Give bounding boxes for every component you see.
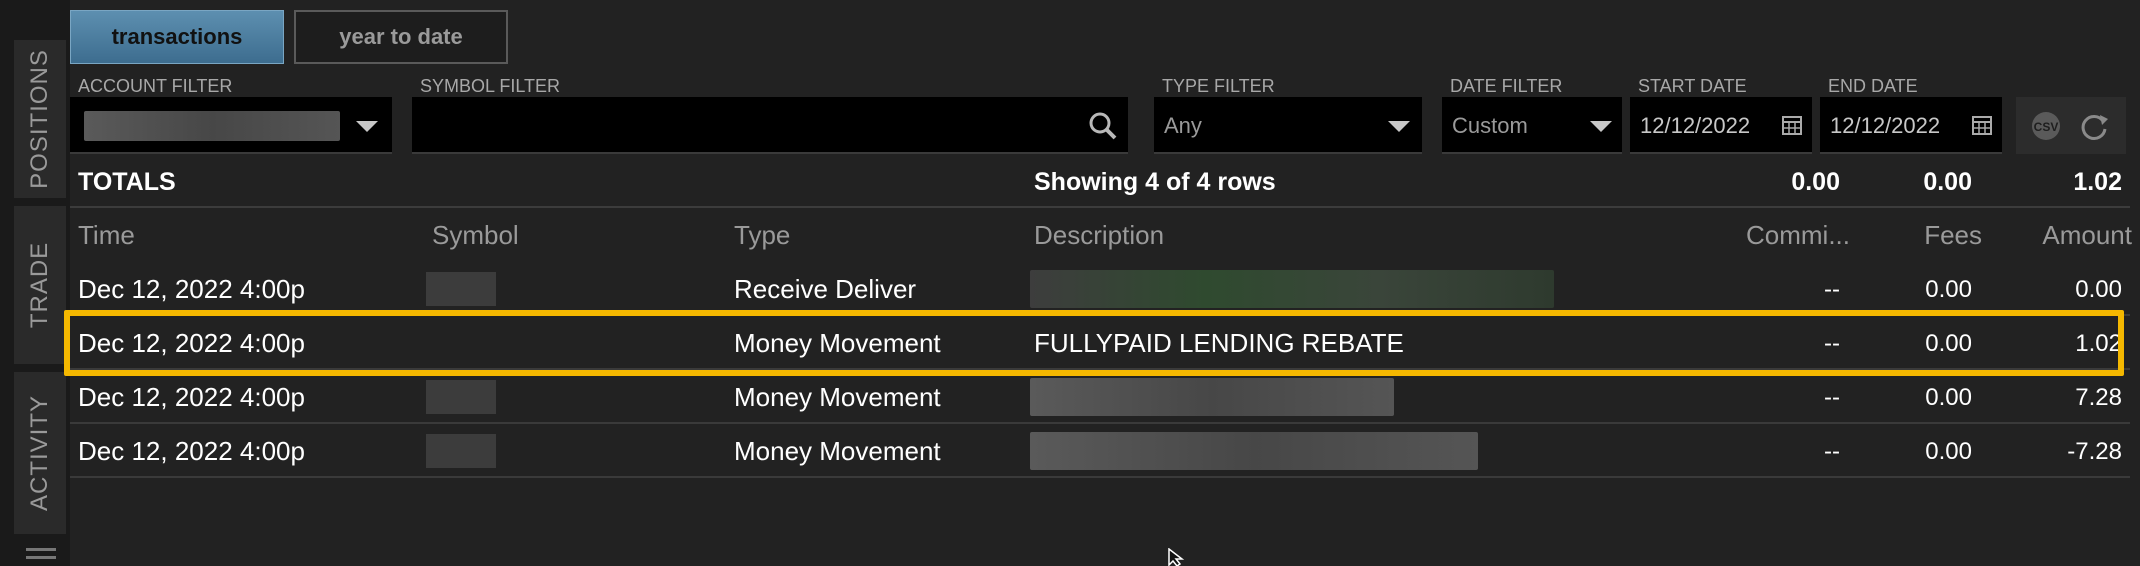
row-type: Receive Deliver <box>734 274 917 304</box>
totals-amount: 1.02 <box>2073 168 2122 196</box>
tab-activity[interactable]: ACTIVITY <box>14 372 66 534</box>
row-type: Money Movement <box>734 436 941 466</box>
activity-panel: transactions year to date ACCOUNT FILTER… <box>64 0 2140 566</box>
totals-fees: 0.00 <box>1923 168 1972 196</box>
column-fees[interactable]: Fees <box>1924 220 1982 251</box>
type-filter-select[interactable]: Any <box>1154 97 1422 154</box>
column-symbol[interactable]: Symbol <box>432 220 519 251</box>
row-time: Dec 12, 2022 4:00p <box>78 436 305 466</box>
start-date-label: START DATE <box>1638 76 1747 96</box>
tab-positions-label: POSITIONS <box>26 49 53 189</box>
end-date-input[interactable]: 12/12/2022 <box>1820 97 2002 154</box>
column-amount[interactable]: Amount <box>2042 220 2132 251</box>
column-time[interactable]: Time <box>78 220 135 251</box>
redacted-description <box>1030 378 1394 416</box>
row-fees: 0.00 <box>1925 276 1972 303</box>
refresh-icon[interactable] <box>2078 111 2110 141</box>
svg-text:CSV: CSV <box>2034 120 2059 134</box>
totals-commission: 0.00 <box>1791 168 1840 196</box>
totals-row: TOTALS Showing 4 of 4 rows 0.00 0.00 1.0… <box>70 158 2130 208</box>
chevron-down-icon <box>356 121 378 132</box>
menu-icon[interactable] <box>26 548 56 564</box>
row-highlight <box>64 310 2124 376</box>
chevron-down-icon <box>1388 121 1410 132</box>
date-filter-label: DATE FILTER <box>1450 76 1563 96</box>
column-type[interactable]: Type <box>734 220 790 251</box>
row-fees: 0.00 <box>1925 438 1972 465</box>
type-filter-value: Any <box>1164 113 1202 138</box>
table-row[interactable]: Dec 12, 2022 4:00p Money Movement -- 0.0… <box>70 370 2130 424</box>
end-date-value: 12/12/2022 <box>1830 113 1941 138</box>
row-fees: 0.00 <box>1925 384 1972 411</box>
start-date-value: 12/12/2022 <box>1640 113 1751 138</box>
type-filter-label: TYPE FILTER <box>1162 76 1275 96</box>
column-commission[interactable]: Commi... <box>1746 220 1850 251</box>
row-amount: 0.00 <box>2075 276 2122 303</box>
date-filter-value: Custom <box>1452 113 1528 138</box>
row-amount: -7.28 <box>2067 438 2122 465</box>
tab-trade[interactable]: TRADE <box>14 206 66 364</box>
account-filter-select[interactable] <box>70 97 392 154</box>
table-row[interactable]: Dec 12, 2022 4:00p Receive Deliver -- 0.… <box>70 262 2130 316</box>
redacted-symbol <box>426 434 496 468</box>
app-window: { "sidebar": { "tabs": [ {"label": "POSI… <box>0 0 2140 566</box>
tab-trade-label: TRADE <box>26 241 53 329</box>
redacted-description <box>1030 270 1554 308</box>
row-amount: 7.28 <box>2075 384 2122 411</box>
left-sidebar: POSITIONS TRADE ACTIVITY <box>0 0 70 566</box>
export-toolbar: CSV <box>2016 97 2126 154</box>
chevron-down-icon <box>1590 121 1612 132</box>
tab-transactions[interactable]: transactions <box>70 10 284 64</box>
symbol-filter-label: SYMBOL FILTER <box>420 76 561 96</box>
row-time: Dec 12, 2022 4:00p <box>78 274 305 304</box>
end-date-label: END DATE <box>1828 76 1918 96</box>
redacted-account <box>84 111 340 141</box>
row-commission: -- <box>1824 384 1840 411</box>
totals-label: TOTALS <box>78 168 176 196</box>
tab-activity-label: ACTIVITY <box>26 394 54 512</box>
mouse-cursor-icon <box>1168 548 1185 566</box>
calendar-icon[interactable] <box>1972 115 1992 135</box>
calendar-icon[interactable] <box>1782 115 1802 135</box>
redacted-symbol <box>426 272 496 306</box>
search-icon[interactable] <box>1088 111 1118 141</box>
redacted-description <box>1030 432 1478 470</box>
row-count: Showing 4 of 4 rows <box>1034 168 1276 196</box>
row-commission: -- <box>1824 276 1840 303</box>
symbol-filter-input[interactable] <box>412 97 1128 154</box>
table-row[interactable]: Dec 12, 2022 4:00p Money Movement -- 0.0… <box>70 424 2130 478</box>
column-description[interactable]: Description <box>1034 220 1164 251</box>
redacted-symbol <box>426 380 496 414</box>
tab-positions[interactable]: POSITIONS <box>14 40 66 198</box>
start-date-input[interactable]: 12/12/2022 <box>1630 97 1812 154</box>
csv-export-icon[interactable]: CSV <box>2030 111 2062 141</box>
row-time: Dec 12, 2022 4:00p <box>78 382 305 412</box>
account-filter-label: ACCOUNT FILTER <box>78 76 233 96</box>
row-type: Money Movement <box>734 382 941 412</box>
date-filter-select[interactable]: Custom <box>1442 97 1622 154</box>
row-commission: -- <box>1824 438 1840 465</box>
tab-year-to-date[interactable]: year to date <box>294 10 508 64</box>
